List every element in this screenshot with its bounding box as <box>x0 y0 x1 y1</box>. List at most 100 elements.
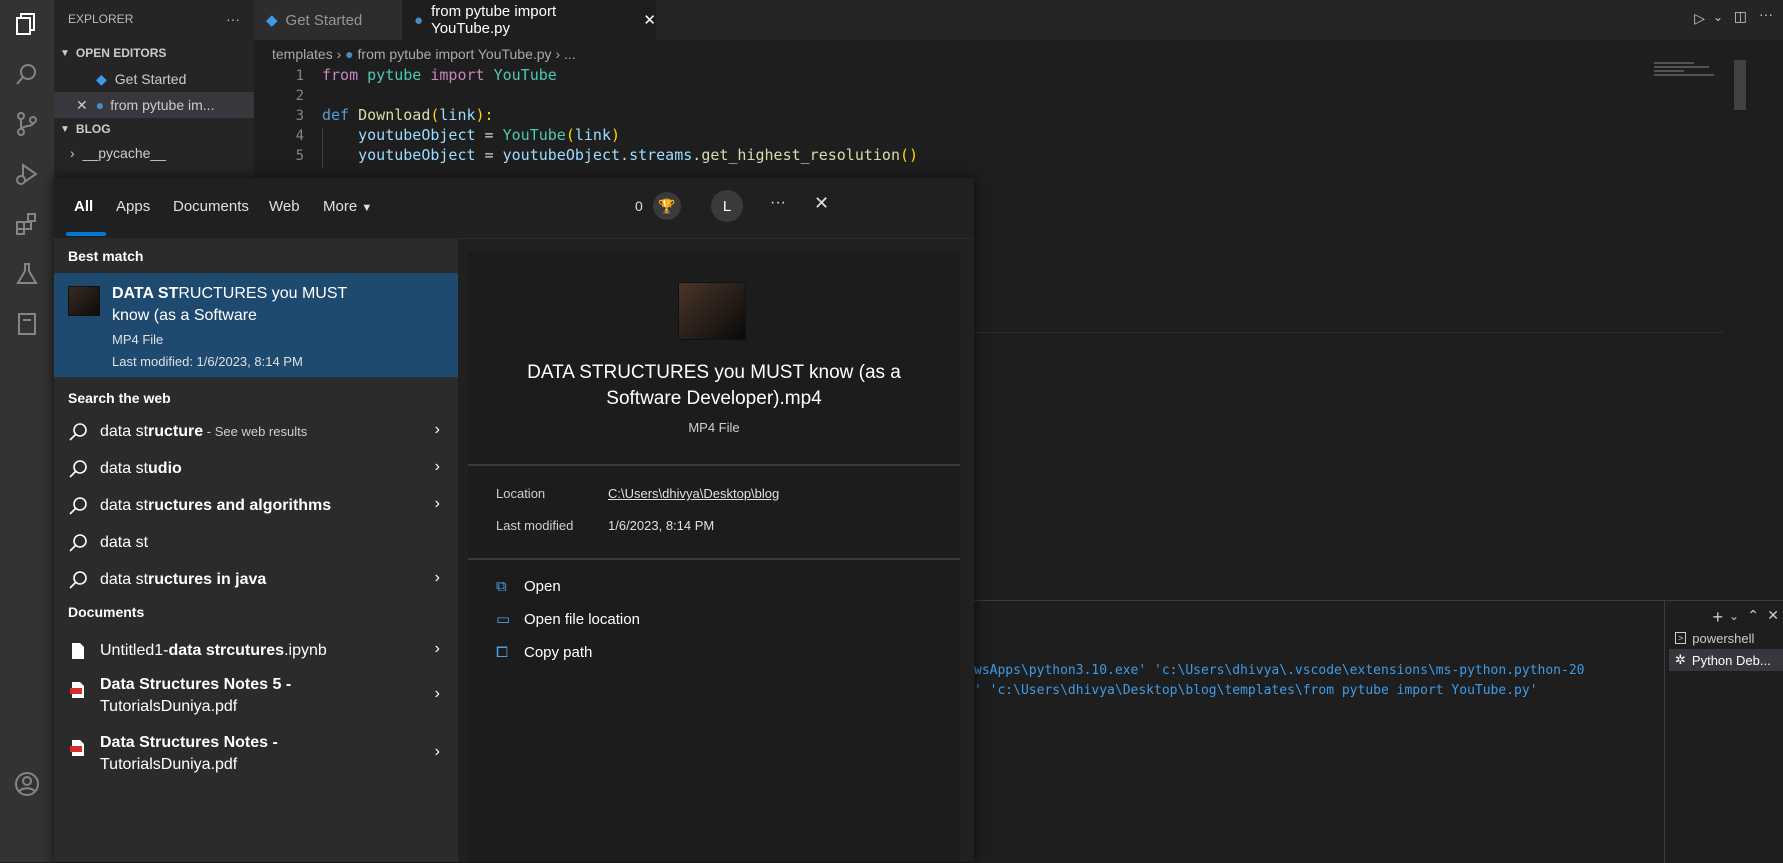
best-match-title-line2: know (as a Software <box>112 307 257 324</box>
tab-label: from pytube import YouTube.py <box>431 3 557 37</box>
video-thumbnail <box>678 282 746 340</box>
terminal-session-label: powershell <box>1692 630 1755 646</box>
explorer-icon[interactable] <box>11 8 43 40</box>
best-match-result[interactable]: DATA STRUCTURES you MUST know (as a Soft… <box>54 273 458 377</box>
divider <box>468 558 960 560</box>
rewards-trophy-icon[interactable]: 🏆 <box>653 192 681 220</box>
document-result[interactable]: Data Structures Notes - TutorialsDuniya.… <box>54 734 458 782</box>
terminal-session-powershell[interactable]: > powershell <box>1669 627 1783 649</box>
copy-path-action[interactable]: ⧠ Copy path <box>496 638 592 666</box>
search-icon <box>68 533 88 553</box>
split-editor-icon[interactable]: ◫ <box>1734 8 1747 25</box>
chevron-down-icon[interactable]: ⌄ <box>1713 10 1723 24</box>
source-control-icon[interactable] <box>11 108 43 140</box>
folder-label: BLOG <box>75 122 111 136</box>
modified-label: Last modified <box>496 518 574 533</box>
terminal-session-label: Python Deb... <box>1691 652 1771 668</box>
maximize-panel-icon[interactable]: ⌃ <box>1747 607 1759 624</box>
chevron-down-icon: ▼ <box>60 123 70 135</box>
vscode-icon: ◆ <box>96 70 107 87</box>
tab-documents[interactable]: Documents <box>173 198 249 215</box>
close-icon[interactable]: ✕ <box>76 97 88 114</box>
location-link[interactable]: C:\Users\dhivya\Desktop\blog <box>608 486 779 501</box>
folder-item[interactable]: › __pycache__ <box>54 140 254 166</box>
line-number: 3 <box>295 108 304 124</box>
tab-get-started[interactable]: ◆ Get Started <box>254 0 402 40</box>
search-results-list: Best match DATA STRUCTURES you MUST know… <box>54 238 458 862</box>
web-result[interactable]: data structure - See web results › <box>54 412 458 452</box>
terminal-output-line: wsApps\python3.10.exe' 'c:\Users\dhivya\… <box>974 663 1585 678</box>
preview-title: DATA STRUCTURES you MUST know (as a Soft… <box>527 362 901 409</box>
terminal-session-python-debug[interactable]: ✲ Python Deb... <box>1669 649 1783 671</box>
chevron-right-icon: › <box>434 743 440 760</box>
close-icon[interactable]: ✕ <box>643 11 656 29</box>
python-icon: ● <box>414 11 424 29</box>
web-result[interactable]: data structures in java › <box>54 560 458 600</box>
tab-web[interactable]: Web <box>269 198 300 215</box>
new-terminal-icon[interactable]: + <box>1712 607 1723 628</box>
chevron-down-icon: ▼ <box>60 47 70 59</box>
web-result[interactable]: data structures and algorithms › <box>54 486 458 526</box>
open-editor-label: Get Started <box>114 71 187 87</box>
account-icon[interactable] <box>11 768 43 800</box>
search-icon[interactable] <box>11 58 43 90</box>
python-icon: ● <box>95 97 105 113</box>
folder-item-label: __pycache__ <box>82 145 166 161</box>
close-icon[interactable]: ✕ <box>814 193 829 214</box>
activity-bar <box>0 0 54 862</box>
divider <box>1664 601 1665 863</box>
open-action[interactable]: ⧉ Open <box>496 572 561 600</box>
folder-icon: ▭ <box>496 611 511 628</box>
close-panel-icon[interactable]: ✕ <box>1767 607 1779 624</box>
code-line-5: youtubeObject = youtubeObject.streams.ge… <box>358 146 919 164</box>
caret-down-icon: ▼ <box>361 202 373 214</box>
chevron-right-icon: › <box>70 145 75 161</box>
minimap[interactable] <box>1654 60 1724 130</box>
copy-icon: ⧠ <box>496 643 509 661</box>
blog-folder-section[interactable]: ▼ BLOG <box>54 116 254 142</box>
document-result[interactable]: Data Structures Notes 5 - TutorialsDuniy… <box>54 676 458 724</box>
tab-all[interactable]: All <box>74 198 93 215</box>
breadcrumb-folder[interactable]: templates <box>272 46 333 62</box>
open-editor-label: from pytube im... <box>110 97 215 113</box>
breadcrumb-file[interactable]: from pytube import YouTube.py <box>358 46 552 62</box>
active-tab-indicator <box>66 232 106 236</box>
editor-scrollbar[interactable] <box>1734 60 1746 110</box>
chevron-right-icon: › <box>336 46 346 62</box>
search-web-label: Search the web <box>68 390 171 406</box>
explorer-header: EXPLORER ··· <box>54 6 254 32</box>
open-editors-section[interactable]: ▼ OPEN EDITORS <box>54 40 254 66</box>
search-filter-tabs: All Apps Documents Web More ▼ 0 🏆 L ··· … <box>54 178 974 239</box>
chevron-right-icon: › <box>434 685 440 702</box>
web-result[interactable]: data st <box>54 523 458 563</box>
tab-apps[interactable]: Apps <box>116 198 150 215</box>
avatar[interactable]: L <box>711 190 743 222</box>
breadcrumb: templates › ● from pytube import YouTube… <box>272 46 576 62</box>
tab-label: Get Started <box>285 11 363 29</box>
bug-icon: ✲ <box>1675 652 1686 667</box>
tab-more[interactable]: More ▼ <box>323 198 372 215</box>
code-line-4: youtubeObject = YouTube(link) <box>358 126 621 144</box>
preview-type: MP4 File <box>688 420 740 435</box>
open-file-location-action[interactable]: ▭ Open file location <box>496 605 640 633</box>
best-match-title: DATA STRUCTURES you MUST <box>112 285 348 302</box>
document-result[interactable]: Untitled1-data strcutures.ipynb › <box>54 631 458 671</box>
testing-flask-icon[interactable] <box>11 258 43 290</box>
tab-pytube-file[interactable]: ● from pytube import YouTube.py ✕ <box>402 0 656 40</box>
more-actions-icon[interactable]: ··· <box>226 11 240 27</box>
more-actions-icon[interactable]: ··· <box>1759 6 1773 22</box>
extensions-icon[interactable] <box>11 208 43 240</box>
open-editor-item-active[interactable]: ✕ ● from pytube im... <box>54 92 254 118</box>
notebook-icon[interactable] <box>11 308 43 340</box>
line-number: 1 <box>295 68 304 84</box>
web-result[interactable]: data studio › <box>54 449 458 489</box>
breadcrumb-more[interactable]: ... <box>564 46 576 62</box>
chevron-down-icon[interactable]: ⌄ <box>1729 609 1739 623</box>
run-icon[interactable]: ▷ <box>1694 10 1705 27</box>
line-number: 4 <box>295 128 304 144</box>
code-line-3: def Download(link): <box>322 106 494 124</box>
open-editor-item[interactable]: ◆ Get Started <box>54 66 254 92</box>
chevron-right-icon: › <box>434 495 440 512</box>
run-debug-icon[interactable] <box>11 158 43 190</box>
more-options-icon[interactable]: ··· <box>770 194 786 212</box>
